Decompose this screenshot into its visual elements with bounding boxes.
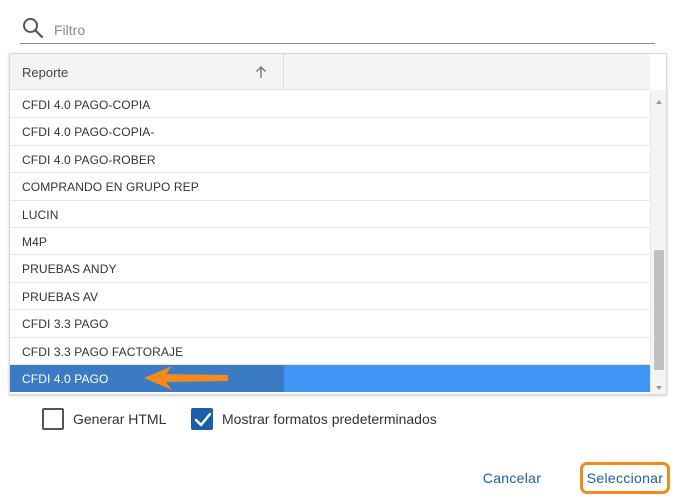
- report-name-cell: CFDI 4.0 PAGO-COPIA-: [22, 125, 155, 140]
- scroll-down-icon[interactable]: [654, 380, 664, 390]
- table-row[interactable]: LUCIN: [10, 201, 650, 228]
- cancel-button[interactable]: Cancelar: [476, 462, 548, 494]
- table-row[interactable]: CFDI 4.0 PAGO-COPIA-: [10, 118, 650, 146]
- generate-html-checkbox[interactable]: Generar HTML: [42, 408, 182, 432]
- report-name-cell: COMPRANDO EN GRUPO REP: [22, 180, 199, 195]
- table-row-selected[interactable]: CFDI 4.0 PAGO: [10, 364, 650, 393]
- scroll-up-icon[interactable]: [654, 94, 664, 104]
- show-default-formats-label: Mostrar formatos predeterminados: [222, 411, 437, 427]
- report-name-cell: CFDI 4.0 PAGO-COPIA: [22, 98, 151, 112]
- table-row[interactable]: COMPRANDO EN GRUPO REP: [10, 173, 650, 201]
- grid-header: Reporte: [10, 54, 650, 90]
- table-row[interactable]: PRUEBAS AV: [10, 283, 650, 311]
- checkmark-icon: [194, 412, 212, 427]
- report-name-cell: CFDI 4.0 PAGO: [22, 371, 109, 386]
- report-name-cell: CFDI 3.3 PAGO FACTORAJE: [22, 344, 184, 359]
- show-default-formats-checkbox[interactable]: Mostrar formatos predeterminados: [191, 408, 461, 432]
- table-row[interactable]: CFDI 4.0 PAGO-COPIA: [10, 91, 650, 119]
- report-name-cell: CFDI 3.3 PAGO: [22, 317, 109, 332]
- grid-rows: CFDI 4.0 PAGO-COPIA CFDI 4.0 PAGO-COPIA- C…: [10, 91, 650, 393]
- header-filler: [284, 54, 650, 90]
- select-button[interactable]: Seleccionar: [580, 462, 670, 494]
- report-name-cell: CFDI 4.0 PAGO-ROBER: [22, 152, 156, 167]
- report-name-cell: PRUEBAS AV: [22, 289, 99, 304]
- search-icon: [22, 17, 44, 39]
- filter-field: [20, 14, 655, 44]
- checkbox-box[interactable]: [42, 408, 64, 430]
- generate-html-label: Generar HTML: [73, 411, 167, 427]
- table-row[interactable]: CFDI 4.0 PAGO-ROBER: [10, 146, 650, 174]
- scrollbar-thumb[interactable]: [654, 250, 664, 370]
- table-row[interactable]: CFDI 3.3 PAGO: [10, 310, 650, 338]
- sort-ascending-icon[interactable]: [254, 64, 268, 80]
- report-name-cell: LUCIN: [22, 207, 59, 222]
- report-name-cell: M4P: [22, 234, 47, 249]
- table-row[interactable]: M4P: [10, 228, 650, 256]
- column-header-reporte[interactable]: Reporte: [10, 54, 284, 90]
- table-row[interactable]: PRUEBAS ANDY: [10, 255, 650, 283]
- filter-input[interactable]: [54, 18, 644, 42]
- report-grid: Reporte CFDI 4.0 PAGO-COPIA CFDI 4.0 PAGO…: [9, 53, 667, 395]
- vertical-scrollbar[interactable]: [650, 90, 666, 394]
- table-row[interactable]: CFDI 3.3 PAGO FACTORAJE: [10, 338, 650, 365]
- checkbox-box[interactable]: [191, 408, 213, 430]
- column-header-label: Reporte: [22, 65, 69, 80]
- annotation-arrow-icon: [142, 363, 232, 393]
- report-name-cell: PRUEBAS ANDY: [22, 262, 117, 277]
